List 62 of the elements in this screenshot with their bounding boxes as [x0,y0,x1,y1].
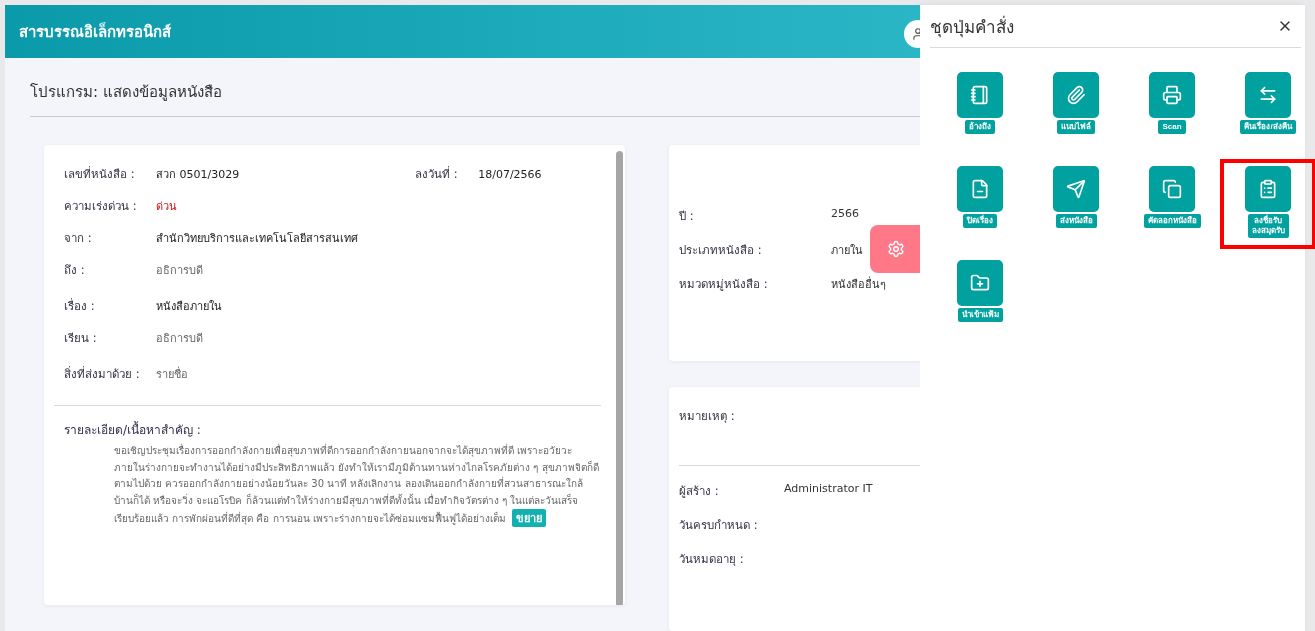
field-value: หนังสือภายใน [156,299,222,315]
field-label: เรียน : [64,330,98,347]
command-label: นำเข้าแฟ้ม [957,308,1003,322]
command-button[interactable]: ส่งหนังสือ [1028,159,1124,249]
field-label: หมายเหตุ : [678,407,736,425]
settings-button[interactable] [870,225,920,273]
field-label: ความเร่งด่วน : [64,198,138,215]
field-label: ประเภทหนังสือ : [679,242,763,259]
field-label: รายละเอียด/เนื้อหาสำคัญ : [63,420,202,439]
field-label: เรื่อง : [64,297,96,315]
app-title: สารบรรณอิเล็กทรอนิกส์ [19,21,171,43]
file-minus-icon [970,179,990,199]
field-value: อธิการบดี [156,263,203,279]
expand-button[interactable]: ขยาย [511,509,546,527]
paper-plane-icon [1066,179,1086,199]
command-label: คืนเรื่อง/ส่งคืน [1240,120,1296,134]
scrollbar[interactable] [616,151,623,605]
command-button[interactable]: นำเข้าแฟ้ม [932,253,1028,343]
field-label: เลขที่หนังสือ : [64,165,136,183]
command-button[interactable]: ลงชื่อรับ ลงสมุดรับ [1220,159,1315,249]
field-label: หมวดหมู่หนังสือ : [679,276,769,293]
field-value: รายชื่อ [156,365,188,383]
command-button[interactable]: ปิดเรื่อง [932,159,1028,249]
field-value: สวก 0501/3029 [156,167,240,183]
command-label: ส่งหนังสือ [1055,214,1097,228]
command-button[interactable]: คืนเรื่อง/ส่งคืน [1220,65,1315,155]
command-button[interactable]: Scan [1124,65,1220,155]
folder-plus-icon [970,273,990,293]
command-label: คัดลอกหนังสือ [1143,214,1201,228]
command-label: ปิดเรื่อง [963,214,997,228]
field-value: อธิการบดี [156,331,203,347]
clipboard-list-icon [1258,179,1278,199]
field-value: ด่วน [156,199,177,215]
field-value: สำนักวิทยบริการและเทคโนโลยีสารสนเทศ [156,231,358,247]
field-label: วันครบกำหนด : [679,516,759,534]
detail-text: ขอเชิญประชุมเรื่องการออกกำลังกายเพื่อสุขภาพที่ดีการออกกำลังกายนอกจากจะได้สุขภาพที่ดี เพราะอวัยวะภายในร่างกายจะทำงานได้อย่างมีประสิทธิภาพแล้ว ยังทำให้เรามีภูมิต้านทานห่างไกลโรคภัยต่าง ๆ สุขภาพจิตก็ดีตามไปด้วย ควรออกกำลังกายอย่างน้อยวันละ 30 นาที หลังเลิกงาน ลองเดินออกกำลังกายที่สวนสาธารณะใกล้บ้านก็ได้ หรือจะวิ่ง จะแอโรบิค ก็ล้วนแต่ทำให้ร่างกายมีสุขภาพที่ดีทั้งนั้น เมื่อทำกิจวัตรต่าง ๆ ในแต่ละวันเสร็จเรียบร้อยแล้ว การพักผ่อนที่ดีที่สุด คือ การนอน เพราะร่างกายจะได้ซ่อมแซมฟื้นฟูได้อย่างเต็ม ขยาย [114,443,600,528]
settings-icon [887,240,905,258]
field-label: วันหมดอายุ : [679,550,745,568]
field-value: 18/07/2566 [478,168,542,181]
command-label: ลงชื่อรับ ลงสมุดรับ [1247,214,1289,238]
command-label: Scan [1158,120,1186,134]
scanner-icon [1162,85,1182,105]
field-value: 2566 [831,207,859,222]
field-label: จาก : [64,230,93,247]
field-label: ลงวันที่ : [415,165,459,183]
field-label: ผู้สร้าง : [679,482,720,500]
paperclip-icon [1066,85,1086,105]
field-value: หนังสืออื่นๆ [831,275,886,293]
field-label: สิ่งที่ส่งมาด้วย : [64,365,141,383]
drawer-title: ชุดปุ่มคำสั่ง [930,14,1014,40]
command-button[interactable]: คัดลอกหนังสือ [1124,159,1220,249]
command-button[interactable]: แนบไฟล์ [1028,65,1124,155]
field-value: Administrator IT [784,481,873,497]
copy-icon [1162,179,1182,199]
swap-arrows-icon [1258,85,1278,105]
field-value: ภายใน [831,243,863,259]
command-label: อ้างถึง [965,120,995,134]
command-button[interactable]: อ้างถึง [932,65,1028,155]
field-label: ถึง : [64,262,86,279]
field-label: ปี : [679,208,695,225]
notebook-icon [970,85,990,105]
command-label: แนบไฟล์ [1057,120,1095,134]
